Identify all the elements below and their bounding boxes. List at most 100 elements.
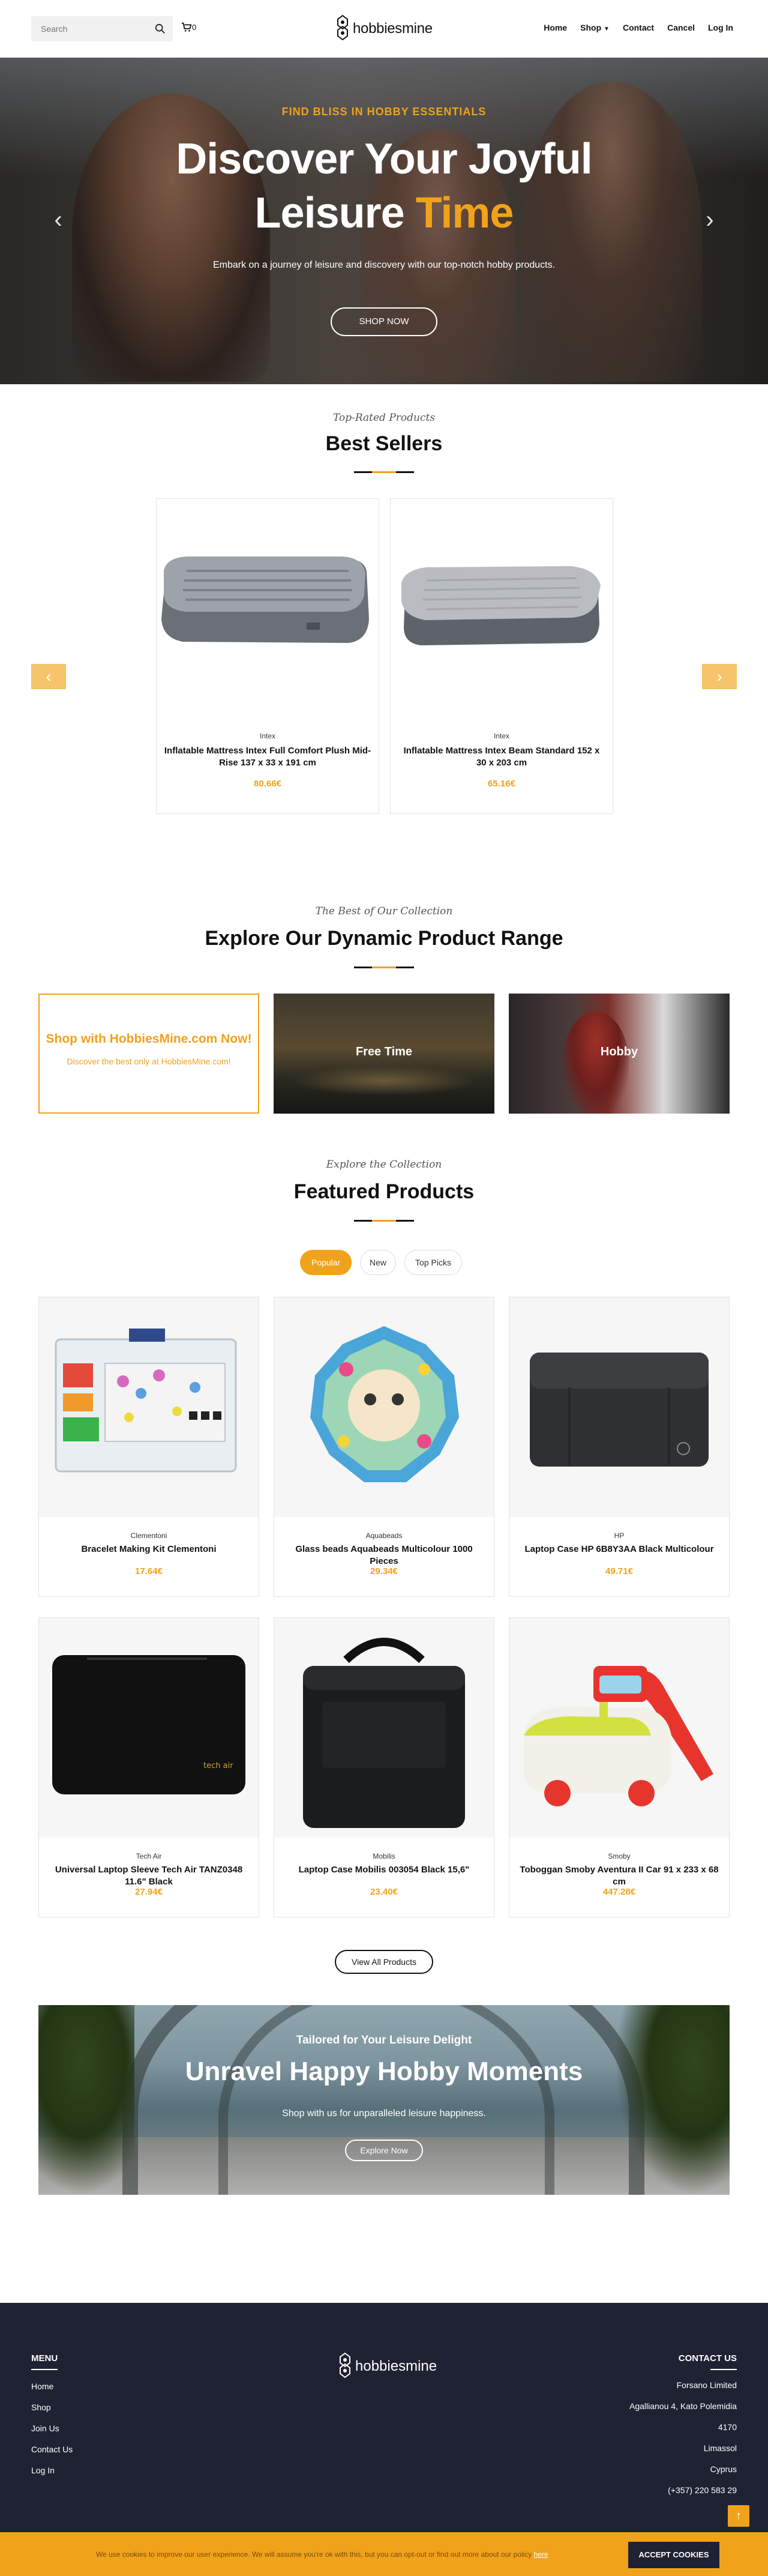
page: 0 hobbiesmine Home Shop ▼ Contact Cancel… [0, 0, 768, 2576]
product-card[interactable]: Intex Inflatable Mattress Intex Full Com… [156, 498, 379, 814]
logo-mark-icon [340, 2352, 350, 2378]
cookie-bar: We use cookies to improve our user exper… [0, 2532, 768, 2576]
contact-country: Cyprus [710, 2464, 737, 2474]
hero-slider: FIND BLISS IN HOBBY ESSENTIALS Discover … [0, 58, 768, 384]
banner-text: Shop with us for unparalleled leisure ha… [282, 2108, 486, 2119]
product-brand: Clementoni [130, 1531, 167, 1540]
product-image[interactable] [274, 1297, 494, 1517]
footer-menu: Home Shop Join Us Contact Us Log In [31, 2381, 73, 2486]
tab-popular[interactable]: Popular [300, 1250, 352, 1275]
title-divider [354, 967, 414, 968]
search-icon[interactable] [155, 23, 166, 34]
collection-subtitle: The Best of Our Collection [315, 905, 453, 917]
footer-contact: Forsano Limited Agallianou 4, Kato Polem… [629, 2380, 737, 2506]
category-card-hobby[interactable]: Hobby [509, 994, 730, 1114]
product-card[interactable]: Aquabeads Glass beads Aquabeads Multicol… [274, 1297, 494, 1597]
cookie-policy-link[interactable]: here [534, 2550, 548, 2559]
explore-now-button[interactable]: Explore Now [345, 2140, 423, 2161]
category-card-free-time[interactable]: Free Time [274, 994, 494, 1114]
chevron-right-icon[interactable]: › [702, 664, 737, 689]
site-logo[interactable]: hobbiesmine [335, 13, 437, 43]
product-price: 80.66€ [254, 779, 281, 789]
product-name[interactable]: Laptop Case HP 6B8Y3AA Black Multicolour [517, 1543, 722, 1555]
tab-new[interactable]: New [360, 1250, 396, 1275]
nav-login[interactable]: Log In [708, 23, 733, 32]
footer-logo[interactable]: hobbiesmine [337, 2351, 439, 2381]
cookie-text: We use cookies to improve our user exper… [96, 2550, 532, 2559]
product-brand: Intex [493, 732, 509, 740]
best-sellers-subtitle: Top-Rated Products [332, 412, 436, 424]
product-name[interactable]: Glass beads Aquabeads Multicolour 1000 P… [281, 1543, 487, 1567]
product-image[interactable] [509, 1618, 729, 1838]
cart-count: 0 [192, 23, 197, 32]
view-all-products-button[interactable]: View All Products [335, 1950, 433, 1974]
product-name[interactable]: Inflatable Mattress Intex Beam Standard … [398, 745, 605, 769]
product-image[interactable] [274, 1618, 494, 1838]
footer-divider [31, 2369, 58, 2370]
search-input[interactable] [31, 16, 151, 41]
hero-eyebrow: FIND BLISS IN HOBBY ESSENTIALS [281, 106, 487, 118]
footer-link-join-us[interactable]: Join Us [31, 2423, 73, 2444]
product-brand: HP [614, 1531, 625, 1540]
product-name[interactable]: Bracelet Making Kit Clementoni [46, 1543, 251, 1555]
footer-link-home[interactable]: Home [31, 2381, 73, 2402]
cookie-text-wrap: We use cookies to improve our user exper… [96, 2550, 548, 2559]
nav-cancel[interactable]: Cancel [667, 23, 695, 32]
svg-text:tech air: tech air [203, 1761, 233, 1770]
chevron-left-icon[interactable]: ‹ [31, 664, 66, 689]
shop-now-button[interactable]: SHOP NOW [331, 307, 437, 336]
promo-card[interactable]: Shop with HobbiesMine.com Now! Discover … [38, 994, 259, 1114]
chevron-down-icon: ▼ [604, 26, 610, 32]
product-name[interactable]: Inflatable Mattress Intex Full Comfort P… [164, 745, 371, 769]
arrow-up-icon[interactable]: ↑ [728, 2505, 749, 2527]
product-image[interactable] [157, 499, 379, 717]
product-name[interactable]: Toboggan Smoby Aventura II Car 91 x 233 … [517, 1864, 722, 1888]
product-card[interactable]: tech air Tech Air Universal Laptop Sleev… [38, 1617, 259, 1917]
nav-shop-label: Shop [580, 23, 602, 32]
product-price: 27.94€ [135, 1887, 163, 1897]
hero-subtitle: Embark on a journey of leisure and disco… [212, 260, 556, 270]
footer-link-contact-us[interactable]: Contact Us [31, 2444, 73, 2465]
category-label: Hobby [600, 1045, 638, 1058]
promo-banner: Tailored for Your Leisure Delight Unrave… [38, 2005, 730, 2195]
hero-title-accent: Time [415, 189, 514, 237]
product-price: 65.16€ [488, 779, 515, 789]
accept-cookies-button[interactable]: ACCEPT COOKIES [628, 2542, 719, 2568]
chevron-right-icon[interactable]: › [701, 208, 719, 232]
product-image[interactable] [391, 499, 613, 717]
tab-top-picks[interactable]: Top Picks [404, 1250, 462, 1275]
hero-title-line2: Leisure [254, 189, 405, 237]
hero-title-line1: Discover Your Joyful [176, 135, 593, 183]
nav-shop[interactable]: Shop ▼ [580, 23, 610, 32]
category-label: Free Time [355, 1045, 413, 1058]
product-card[interactable]: Intex Inflatable Mattress Intex Beam Sta… [390, 498, 613, 814]
footer-link-log-in[interactable]: Log In [31, 2465, 73, 2486]
product-image[interactable]: tech air [39, 1618, 259, 1838]
promo-title: Shop with HobbiesMine.com Now! [46, 1032, 252, 1046]
product-card[interactable]: Smoby Toboggan Smoby Aventura II Car 91 … [509, 1617, 730, 1917]
product-brand: Mobilis [373, 1852, 395, 1860]
product-image[interactable] [39, 1297, 259, 1517]
title-divider [354, 471, 414, 473]
product-card[interactable]: Clementoni Bracelet Making Kit Clementon… [38, 1297, 259, 1597]
product-price: 17.64€ [135, 1566, 163, 1576]
cart-button[interactable]: 0 [181, 22, 198, 35]
product-image[interactable] [509, 1297, 729, 1517]
promo-text: Discover the best only at HobbiesMine.co… [67, 1057, 231, 1066]
chevron-left-icon[interactable]: ‹ [49, 208, 67, 232]
contact-phone[interactable]: (+357) 220 583 29 [629, 2485, 737, 2506]
product-card[interactable]: Mobilis Laptop Case Mobilis 003054 Black… [274, 1617, 494, 1917]
product-card[interactable]: HP Laptop Case HP 6B8Y3AA Black Multicol… [509, 1297, 730, 1597]
product-name[interactable]: Laptop Case Mobilis 003054 Black 15,6" [281, 1864, 487, 1876]
product-tabs: Popular New Top Picks [300, 1250, 468, 1276]
footer-divider [710, 2369, 737, 2370]
nav-contact[interactable]: Contact [623, 23, 654, 32]
footer-link-shop[interactable]: Shop [31, 2402, 73, 2423]
product-brand: Intex [259, 732, 275, 740]
search-bar [31, 16, 173, 41]
product-name[interactable]: Universal Laptop Sleeve Tech Air TANZ034… [46, 1864, 251, 1888]
nav-home[interactable]: Home [544, 23, 567, 32]
featured-subtitle: Explore the Collection [326, 1159, 442, 1171]
footer-contact-title: CONTACT US [678, 2353, 737, 2363]
product-brand: Smoby [608, 1852, 631, 1860]
